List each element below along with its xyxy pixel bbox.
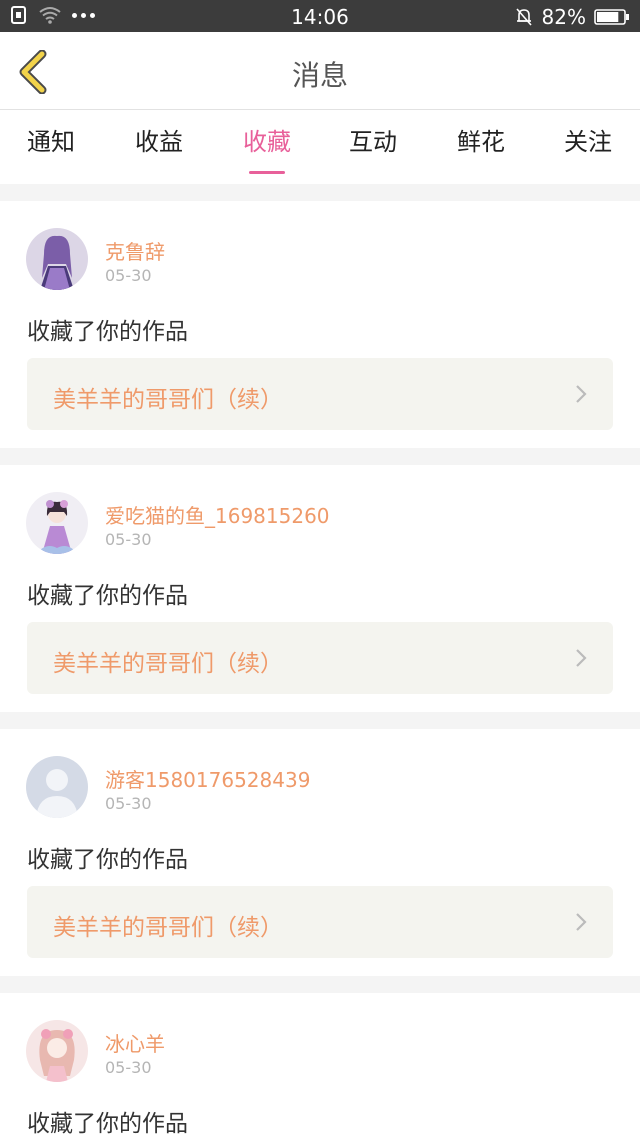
message-date: 05-30 bbox=[105, 1058, 152, 1077]
status-bar: 14:06 82% bbox=[0, 0, 640, 32]
mute-bell-icon bbox=[515, 8, 532, 26]
chevron-right-icon bbox=[576, 385, 587, 403]
work-title: 美羊羊的哥哥们（续） bbox=[53, 387, 283, 413]
page-title: 消息 bbox=[291, 59, 348, 92]
tab-notice[interactable]: 通知 bbox=[11, 122, 91, 157]
tab-label: 鲜花 bbox=[457, 128, 505, 156]
tab-interactions[interactable]: 互动 bbox=[333, 122, 413, 157]
default-person-icon bbox=[26, 756, 88, 818]
tab-label: 通知 bbox=[27, 128, 75, 156]
tab-earnings[interactable]: 收益 bbox=[119, 122, 199, 157]
battery-percent: 82% bbox=[541, 5, 586, 29]
avatar[interactable] bbox=[26, 1020, 88, 1082]
work-title: 美羊羊的哥哥们（续） bbox=[53, 651, 283, 677]
message-card: 冰心羊 05-30 收藏了你的作品 bbox=[0, 993, 640, 1138]
work-link[interactable]: 美羊羊的哥哥们（续） bbox=[27, 622, 613, 694]
user-name[interactable]: 爱吃猫的鱼_169815260 bbox=[105, 500, 330, 529]
message-card: 爱吃猫的鱼_169815260 05-30 收藏了你的作品 美羊羊的哥哥们（续） bbox=[0, 465, 640, 712]
chevron-right-icon bbox=[576, 649, 587, 667]
message-card: 克鲁辞 05-30 收藏了你的作品 美羊羊的哥哥们（续） bbox=[0, 201, 640, 448]
avatar[interactable] bbox=[26, 492, 88, 554]
active-tab-indicator bbox=[249, 171, 285, 174]
message-date: 05-30 bbox=[105, 266, 152, 285]
work-title: 美羊羊的哥哥们（续） bbox=[53, 915, 283, 941]
tab-label: 收藏 bbox=[243, 128, 291, 156]
avatar[interactable] bbox=[26, 228, 88, 290]
battery-icon bbox=[594, 9, 629, 25]
message-date: 05-30 bbox=[105, 530, 152, 549]
work-link[interactable]: 美羊羊的哥哥们（续） bbox=[27, 358, 613, 430]
anime-avatar-pink-icon bbox=[26, 1020, 88, 1082]
anime-avatar-flower-icon bbox=[26, 492, 88, 554]
avatar[interactable] bbox=[26, 756, 88, 818]
chevron-right-icon bbox=[576, 913, 587, 931]
message-action: 收藏了你的作品 bbox=[27, 847, 188, 873]
tab-flowers[interactable]: 鲜花 bbox=[441, 122, 521, 157]
work-link[interactable]: 美羊羊的哥哥们（续） bbox=[27, 886, 613, 958]
anime-avatar-purple-icon bbox=[26, 228, 88, 290]
tab-follows[interactable]: 关注 bbox=[548, 122, 628, 157]
tab-favorites[interactable]: 收藏 bbox=[227, 122, 307, 174]
user-name[interactable]: 冰心羊 bbox=[105, 1028, 165, 1057]
tab-bar: 通知 收益 收藏 互动 鲜花 关注 bbox=[0, 110, 640, 184]
message-action: 收藏了你的作品 bbox=[27, 583, 188, 609]
user-name[interactable]: 游客1580176528439 bbox=[105, 764, 310, 793]
message-action: 收藏了你的作品 bbox=[27, 1111, 188, 1137]
message-action: 收藏了你的作品 bbox=[27, 319, 188, 345]
tab-label: 收益 bbox=[135, 128, 183, 156]
status-right-icons: 82% bbox=[514, 5, 630, 29]
header-bar: 消息 bbox=[0, 32, 640, 110]
message-date: 05-30 bbox=[105, 794, 152, 813]
user-name[interactable]: 克鲁辞 bbox=[105, 236, 165, 265]
message-card: 游客1580176528439 05-30 收藏了你的作品 美羊羊的哥哥们（续） bbox=[0, 729, 640, 976]
tab-label: 关注 bbox=[564, 128, 612, 156]
tab-label: 互动 bbox=[349, 128, 397, 156]
